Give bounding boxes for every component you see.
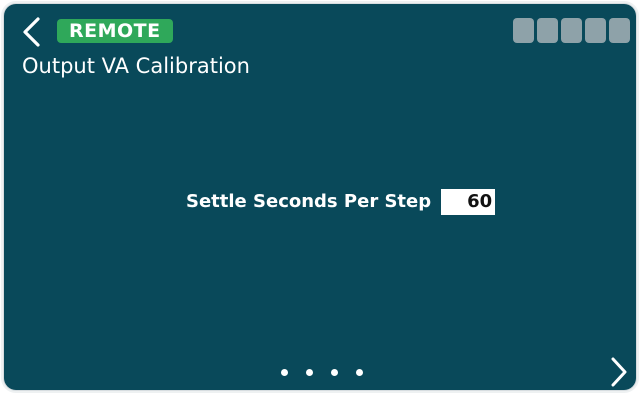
page-title: Output VA Calibration xyxy=(22,54,250,78)
page-dot-1[interactable] xyxy=(281,369,288,376)
chevron-right-icon xyxy=(611,357,627,387)
status-block xyxy=(585,18,606,43)
chevron-left-icon xyxy=(23,17,40,47)
next-page-button[interactable] xyxy=(608,356,630,388)
back-button[interactable] xyxy=(20,16,44,48)
status-indicators xyxy=(513,18,630,43)
status-block xyxy=(537,18,558,43)
settle-seconds-label: Settle Seconds Per Step xyxy=(186,191,432,212)
status-block xyxy=(609,18,630,43)
settle-seconds-setting: Settle Seconds Per Step 60 xyxy=(186,186,496,218)
status-block xyxy=(561,18,582,43)
remote-badge: REMOTE xyxy=(57,19,173,43)
settle-seconds-input[interactable]: 60 xyxy=(441,189,496,215)
page-dot-3[interactable] xyxy=(331,369,338,376)
page-dot-2[interactable] xyxy=(306,369,313,376)
page-indicator xyxy=(281,369,363,376)
status-block xyxy=(513,18,534,43)
page-dot-4[interactable] xyxy=(356,369,363,376)
device-screen: REMOTE Output VA Calibration Settle Seco… xyxy=(4,4,636,390)
